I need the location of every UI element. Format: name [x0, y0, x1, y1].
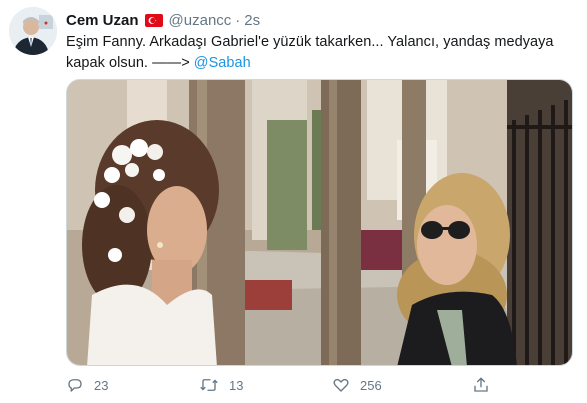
reply-button[interactable]: 23 — [66, 372, 108, 398]
media-video[interactable] — [66, 79, 573, 366]
mention-link[interactable]: @Sabah — [194, 55, 251, 71]
share-button[interactable] — [472, 372, 500, 398]
turkey-flag-icon — [144, 13, 163, 27]
reply-count: 23 — [94, 377, 109, 393]
share-icon — [474, 377, 488, 392]
separator-dot: · — [235, 11, 241, 29]
svg-text:●: ● — [44, 20, 48, 27]
retweet-count: 13 — [229, 377, 244, 393]
author-name[interactable]: Cem Uzan — [66, 12, 139, 29]
retweet-button[interactable]: 13 — [199, 372, 243, 398]
author-handle[interactable]: @uzancc — [169, 12, 232, 29]
video-frame — [67, 80, 572, 365]
avatar[interactable]: ● — [9, 7, 57, 55]
tweet-card[interactable]: ● Cem Uzan @uzancc · 2s Eşim Fanny. Arka… — [0, 0, 587, 403]
like-count: 256 — [360, 377, 382, 393]
reply-icon — [68, 379, 82, 392]
tweet-actions: 23 13 256 — [66, 372, 566, 398]
retweet-icon — [200, 379, 218, 391]
tweet-text: Eşim Fanny. Arkadaşı Gabriel'e yüzük tak… — [66, 32, 571, 74]
tweet-timestamp[interactable]: 2s — [244, 12, 260, 29]
like-button[interactable]: 256 — [332, 372, 382, 398]
avatar-image: ● — [9, 7, 57, 55]
tweet-text-body: Eşim Fanny. Arkadaşı Gabriel'e yüzük tak… — [66, 34, 554, 71]
heart-icon — [333, 378, 349, 392]
tweet-header: Cem Uzan @uzancc · 2s — [66, 10, 260, 30]
